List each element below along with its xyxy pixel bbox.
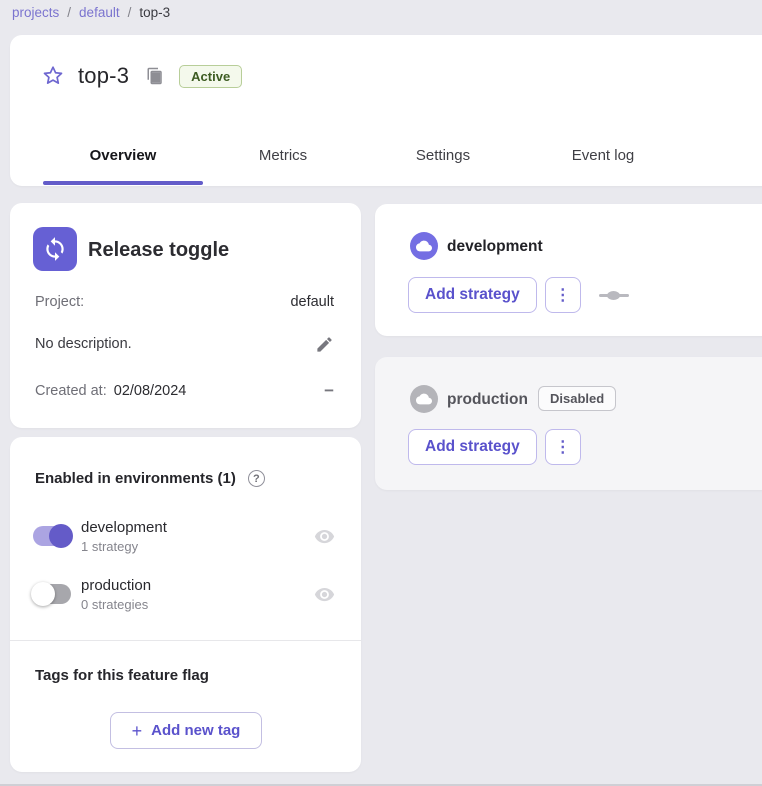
environment-texts: production 0 strategies (81, 577, 313, 612)
created-row: Created at: 02/08/2024 − (35, 383, 334, 399)
environment-strategy-count: 1 strategy (81, 539, 313, 554)
breadcrumb-link-projects[interactable]: projects (12, 5, 59, 20)
tab-metrics[interactable]: Metrics (203, 125, 363, 186)
tab-label: Metrics (259, 147, 307, 164)
eye-icon[interactable] (313, 525, 335, 547)
production-environment-card: production Disabled Add strategy ⋮ (375, 357, 762, 490)
feature-info-card: Release toggle Project: default No descr… (10, 203, 361, 428)
development-environment-card: development Add strategy ⋮ (375, 204, 762, 336)
add-strategy-button[interactable]: Add strategy (408, 277, 537, 313)
copy-icon[interactable] (145, 66, 165, 86)
strategy-actions-row: Add strategy ⋮ (408, 429, 581, 465)
environment-card-title: development (447, 238, 543, 256)
status-badge: Active (179, 65, 242, 88)
tab-overview[interactable]: Overview (43, 125, 203, 186)
project-label: Project: (35, 294, 84, 310)
environments-panel-header: Enabled in environments (1) ? (35, 470, 265, 487)
environment-row-production: production 0 strategies (33, 575, 335, 613)
tab-label: Event log (572, 147, 635, 164)
strategy-connector-icon (599, 290, 629, 300)
tab-event-log[interactable]: Event log (523, 125, 683, 186)
help-icon[interactable]: ? (248, 470, 265, 487)
feature-type-title: Release toggle (88, 239, 229, 262)
tags-panel-title: Tags for this feature flag (35, 667, 209, 684)
plus-icon: + (132, 722, 143, 740)
page: projects / default / top-3 top-3 Active … (0, 0, 762, 786)
toggle-thumb (49, 524, 73, 548)
tab-label: Overview (90, 147, 157, 164)
production-toggle[interactable] (33, 584, 71, 604)
tab-label: Settings (416, 147, 470, 164)
breadcrumb-link-default[interactable]: default (79, 5, 120, 20)
divider (10, 640, 361, 641)
eye-icon[interactable] (313, 583, 335, 605)
project-value: default (290, 294, 334, 310)
tabs: Overview Metrics Settings Event log (43, 125, 683, 186)
feature-header-card: top-3 Active Overview Metrics Settings E… (10, 35, 762, 186)
collapse-icon[interactable]: − (324, 386, 334, 396)
feature-header-row: top-3 Active (40, 63, 242, 89)
description-row: No description. (35, 334, 334, 354)
project-row: Project: default (35, 294, 334, 310)
environment-strategy-count: 0 strategies (81, 597, 313, 612)
edit-description-icon[interactable] (314, 334, 334, 354)
environment-name: development (81, 519, 313, 536)
add-new-tag-button[interactable]: + Add new tag (110, 712, 262, 749)
strategy-actions-row: Add strategy ⋮ (408, 277, 629, 313)
page-title: top-3 (78, 63, 129, 89)
active-tab-underline (43, 181, 203, 185)
disabled-badge: Disabled (538, 386, 616, 411)
cloud-icon (410, 385, 438, 413)
add-tag-label: Add new tag (151, 722, 240, 739)
breadcrumb: projects / default / top-3 (12, 3, 170, 21)
description-text: No description. (35, 336, 132, 352)
tab-settings[interactable]: Settings (363, 125, 523, 186)
development-toggle[interactable] (33, 526, 71, 546)
more-icon: ⋮ (555, 285, 571, 305)
more-menu-button[interactable]: ⋮ (545, 429, 581, 465)
breadcrumb-separator: / (67, 5, 71, 20)
environments-panel-card: Enabled in environments (1) ? developmen… (10, 437, 361, 772)
breadcrumb-separator: / (128, 5, 132, 20)
favorite-star-icon[interactable] (40, 63, 66, 89)
cloud-icon (410, 232, 438, 260)
breadcrumb-current: top-3 (139, 5, 170, 20)
more-icon: ⋮ (555, 437, 571, 457)
environments-panel-title: Enabled in environments (1) (35, 470, 236, 487)
toggle-thumb (31, 582, 55, 606)
add-strategy-button[interactable]: Add strategy (408, 429, 537, 465)
release-toggle-icon (33, 227, 77, 271)
created-label: Created at: (35, 383, 107, 399)
environment-texts: development 1 strategy (81, 519, 313, 554)
environment-row-development: development 1 strategy (33, 517, 335, 555)
environment-name: production (81, 577, 313, 594)
created-value: 02/08/2024 (114, 383, 187, 399)
more-menu-button[interactable]: ⋮ (545, 277, 581, 313)
environment-card-title: production (447, 391, 528, 409)
